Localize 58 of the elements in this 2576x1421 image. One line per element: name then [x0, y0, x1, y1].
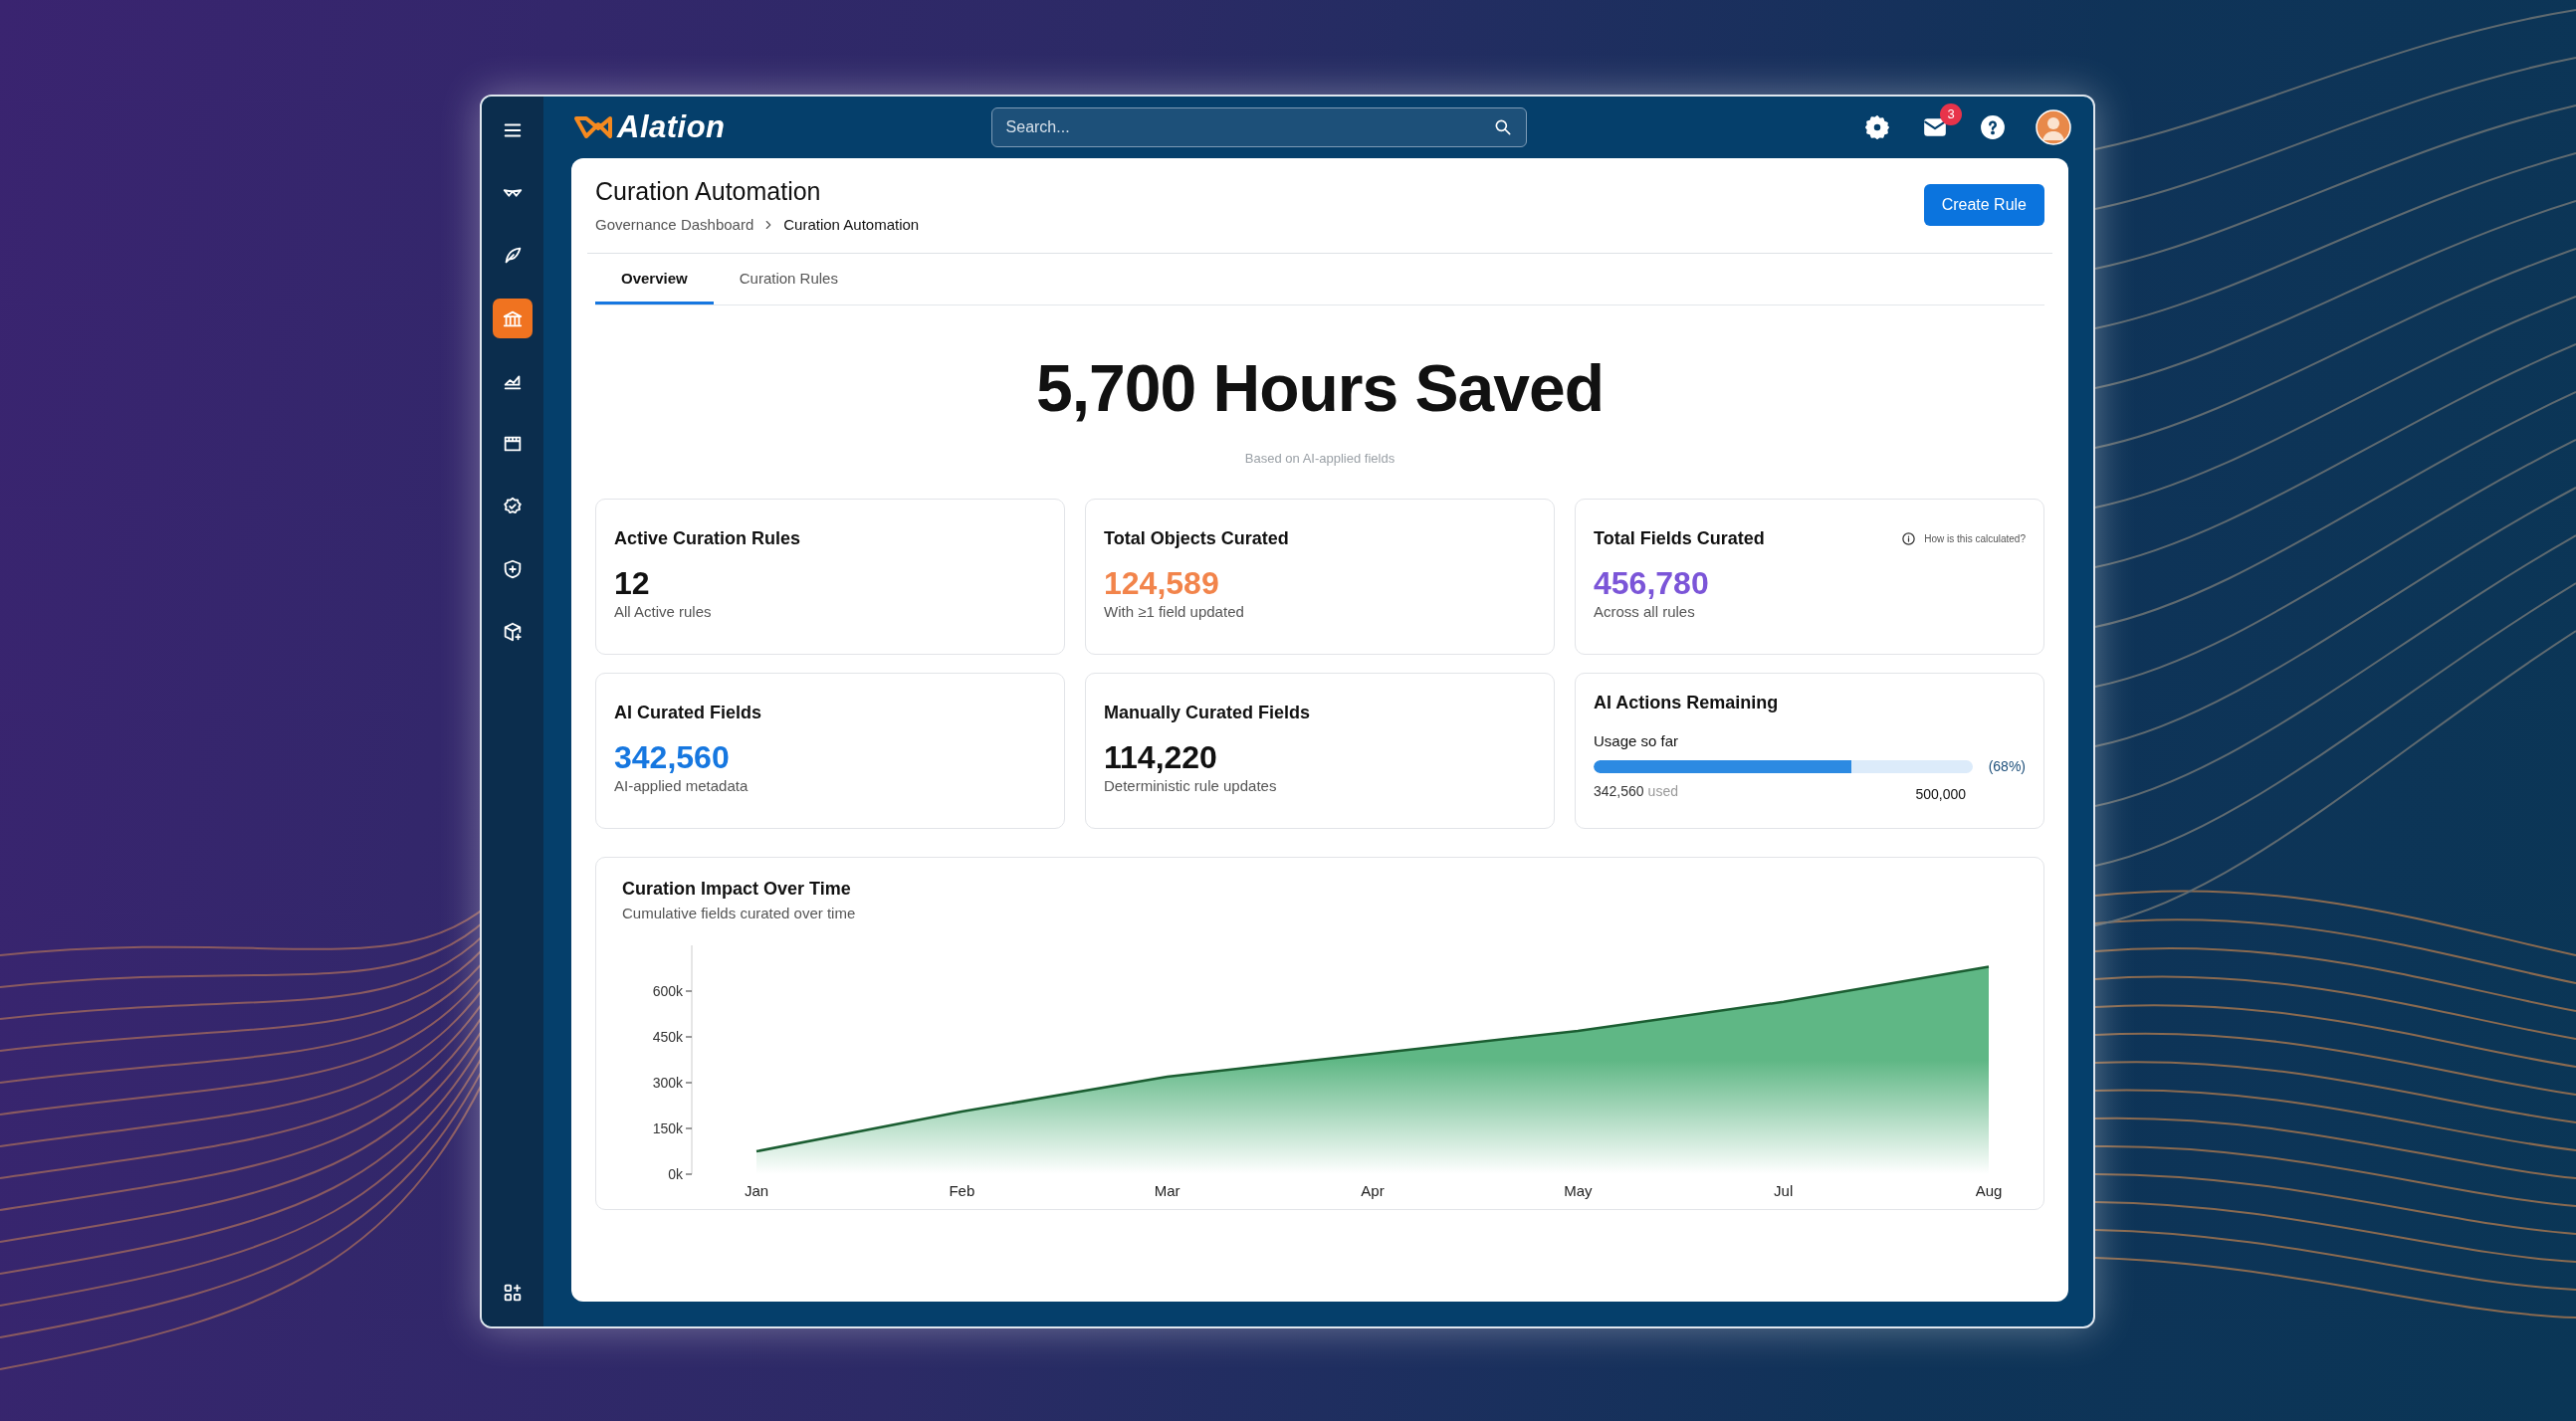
stat-note: Deterministic rule updates [1104, 775, 1278, 796]
logo-text: Alation [617, 107, 726, 146]
stat-title: AI Actions Remaining [1594, 691, 1780, 714]
help-button[interactable] [1978, 112, 2008, 142]
sidebar-item[interactable] [493, 299, 533, 338]
stat-value: 124,589 [1104, 565, 1220, 601]
chart-subtitle: Cumulative fields curated over time [622, 903, 857, 923]
breadcrumb-link[interactable]: Governance Dashboard [595, 214, 754, 237]
axis-label: May [1564, 1182, 1593, 1199]
axis-label: Feb [949, 1182, 975, 1199]
stat-note: AI-applied metadata [614, 775, 750, 796]
create-rule-button[interactable]: Create Rule [1923, 184, 2044, 226]
settings-icon [1864, 114, 1890, 140]
axis-label: Apr [1361, 1182, 1385, 1199]
cube-icon [502, 621, 524, 643]
stat-title: Manually Curated Fields [1104, 701, 1311, 724]
apps-icon [502, 1282, 524, 1304]
axis-label: 0k [668, 1166, 683, 1182]
chart-title: Curation Impact Over Time [622, 877, 852, 901]
avatar-icon[interactable] [2036, 109, 2071, 145]
search-field[interactable]: Search... [990, 107, 1527, 147]
axis-label: 300k [652, 1075, 683, 1091]
axis-label: Jan [744, 1182, 769, 1199]
stat-title: Total Objects Curated [1104, 526, 1289, 550]
stat-title: Active Curation Rules [614, 526, 801, 550]
stat-title: Total Fields Curated [1594, 526, 1765, 550]
stat-value: 342,560 [614, 739, 731, 775]
tab[interactable]: Overview [595, 253, 714, 304]
headline-caption: Based on AI-applied fields [1243, 450, 1396, 468]
usage-label: Usage so far [1594, 730, 1680, 751]
stat-title: AI Curated Fields [614, 701, 762, 724]
used-count: 342,560 [1594, 782, 1644, 801]
stat-value: 114,220 [1104, 739, 1218, 775]
settings-button[interactable] [1862, 112, 1892, 142]
axis-label: Mar [1154, 1182, 1181, 1199]
logo-icon [573, 114, 613, 140]
axis-label: 600k [652, 983, 683, 999]
help-icon [1980, 114, 2006, 140]
axis-label: Jul [1774, 1182, 1794, 1199]
axis-label: 450k [652, 1029, 683, 1045]
hours-saved-headline: 5,700 Hours Saved [1035, 355, 1605, 421]
tab[interactable]: Curation Rules [713, 253, 864, 304]
stat-note: All Active rules [614, 601, 713, 622]
help-link[interactable]: How is this calculated? [1924, 530, 2026, 546]
used-label: used [1647, 782, 1678, 801]
axis-label: 150k [652, 1120, 683, 1136]
info-icon [1901, 530, 1917, 546]
page-title: Curation Automation [595, 176, 822, 206]
usage-total: 500,000 [1915, 785, 1966, 804]
breadcrumb-current: Curation Automation [783, 215, 920, 235]
axis-label: Aug [1975, 1182, 2003, 1199]
stat-note: Across all rules [1594, 601, 1696, 622]
stat-value: 12 [614, 565, 651, 601]
stat-value: 456,780 [1594, 565, 1710, 601]
usage-percent: (68%) [1988, 757, 2026, 776]
notification-count: 3 [1940, 103, 1962, 125]
stat-note: With ≥1 field updated [1104, 601, 1245, 622]
shield-plus-icon [502, 558, 524, 580]
